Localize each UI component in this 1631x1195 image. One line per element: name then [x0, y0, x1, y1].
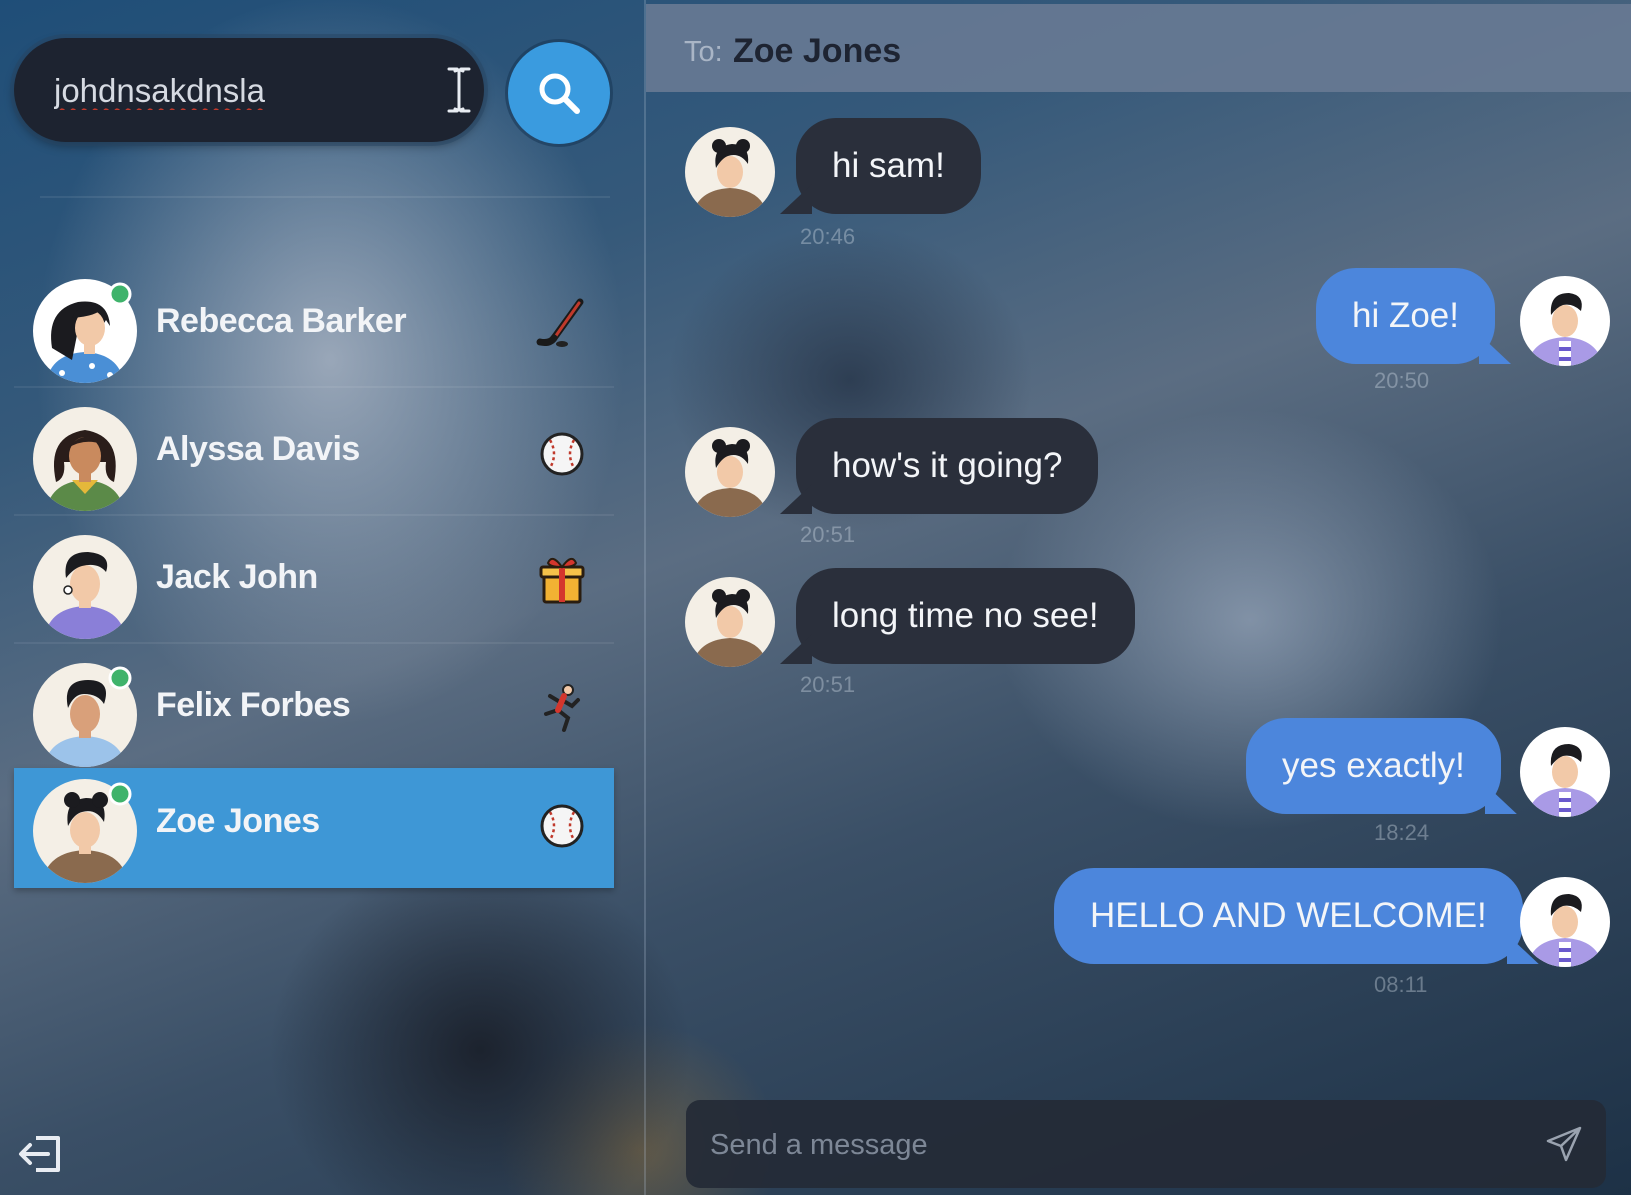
- message-composer: [686, 1100, 1606, 1188]
- contacts-sidebar: Rebecca Barker: [0, 0, 645, 1195]
- avatar: [685, 427, 775, 517]
- text-cursor-icon: [447, 67, 471, 113]
- gift-icon: [539, 557, 585, 604]
- message-text: hi sam!: [832, 146, 945, 185]
- message-bubble-incoming: hi sam!: [796, 118, 981, 214]
- chat-panel: To: Zoe Jones hi sam! 20:46 hi Zoe! 20:5…: [646, 0, 1631, 1195]
- avatar: [1520, 276, 1610, 366]
- divider: [40, 196, 610, 198]
- contact-name: Rebecca Barker: [156, 302, 407, 340]
- contact-item-rebecca-barker[interactable]: Rebecca Barker: [14, 268, 614, 388]
- search-icon: [539, 73, 580, 114]
- message-text: yes exactly!: [1282, 746, 1465, 785]
- message-bubble-outgoing: HELLO AND WELCOME!: [1054, 868, 1523, 964]
- avatar: [33, 407, 137, 511]
- message-time: 18:24: [1374, 820, 1430, 845]
- contact-item-zoe-jones[interactable]: Zoe Jones: [14, 768, 614, 888]
- baseball-icon: [540, 804, 584, 848]
- baseball-icon: [540, 432, 584, 476]
- message-input[interactable]: [708, 1118, 1492, 1172]
- avatar: [1520, 877, 1610, 967]
- message-bubble-incoming: how's it going?: [796, 418, 1099, 514]
- message-time: 20:50: [1374, 368, 1430, 393]
- to-label: To:: [684, 36, 723, 68]
- search-box: [14, 38, 484, 142]
- avatar: [33, 779, 137, 883]
- contact-name: Alyssa Davis: [156, 430, 360, 468]
- message-bubble-incoming: long time no see!: [796, 568, 1135, 664]
- search-button[interactable]: [508, 42, 610, 144]
- avatar: [685, 577, 775, 667]
- avatar: [685, 127, 775, 217]
- message-time: 08:11: [1374, 972, 1428, 997]
- avatar: [33, 663, 137, 767]
- message-text: how's it going?: [832, 446, 1063, 485]
- message-text: hi Zoe!: [1352, 296, 1459, 335]
- chat-header: To: Zoe Jones: [646, 4, 1631, 92]
- avatar: [33, 535, 137, 639]
- recipient-name: Zoe Jones: [733, 32, 902, 70]
- message-time: 20:51: [800, 672, 856, 697]
- send-icon[interactable]: [1544, 1124, 1584, 1164]
- contact-name: Felix Forbes: [156, 686, 351, 724]
- message-time: 20:51: [800, 522, 856, 547]
- message-time: 20:46: [800, 224, 856, 249]
- message-text: HELLO AND WELCOME!: [1090, 896, 1487, 935]
- search-input[interactable]: [52, 64, 396, 118]
- avatar: [1520, 727, 1610, 817]
- contact-item-alyssa-davis[interactable]: Alyssa Davis: [14, 396, 614, 516]
- contact-item-felix-forbes[interactable]: Felix Forbes: [14, 652, 614, 772]
- message-text: long time no see!: [832, 596, 1099, 635]
- contact-name: Jack John: [156, 558, 318, 596]
- avatar: [33, 279, 137, 383]
- contact-item-jack-john[interactable]: Jack John: [14, 524, 614, 644]
- hockey-stick-icon: [536, 298, 584, 347]
- logout-icon[interactable]: [18, 1130, 66, 1178]
- message-bubble-outgoing: hi Zoe!: [1316, 268, 1495, 364]
- message-bubble-outgoing: yes exactly!: [1246, 718, 1501, 814]
- person-running-icon: [544, 684, 580, 732]
- contact-name: Zoe Jones: [156, 802, 320, 840]
